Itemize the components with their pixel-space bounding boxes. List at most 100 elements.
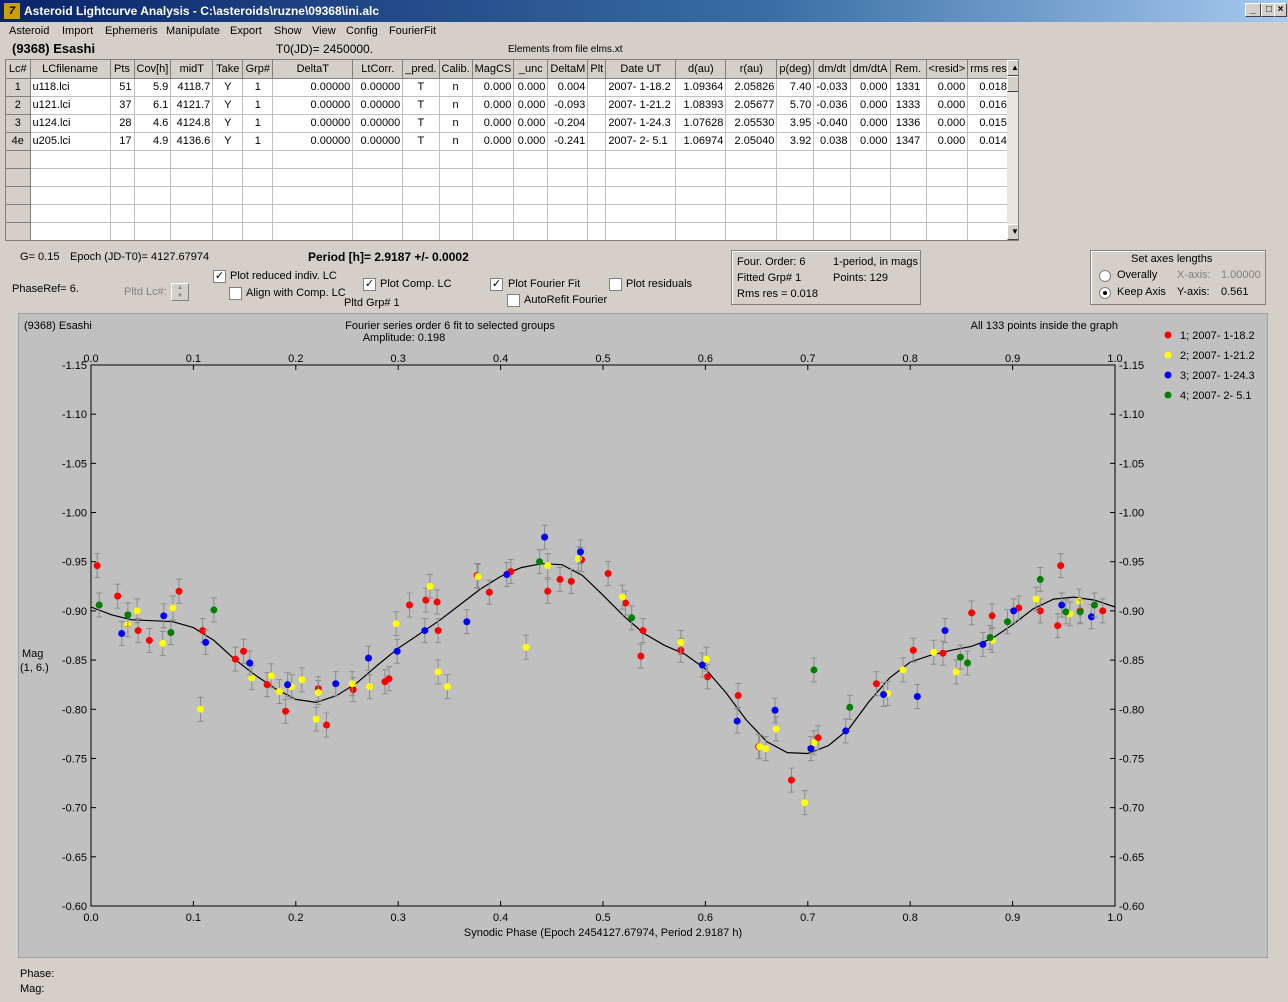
row-header[interactable]	[6, 240, 30, 241]
table-cell[interactable]	[212, 186, 244, 205]
table-cell[interactable]	[472, 204, 515, 223]
table-cell[interactable]	[439, 222, 473, 240]
table-row[interactable]: 4e u205.lci 17 4.9 4136.6 Y 1 0.00000 0.00000 Tn 0…	[6, 132, 1010, 151]
table-cell[interactable]	[352, 186, 404, 205]
table-cell[interactable]	[171, 240, 213, 241]
table-cell[interactable]	[850, 222, 891, 240]
table-cell[interactable]	[242, 204, 274, 223]
table-cell[interactable]	[513, 150, 549, 169]
table-cell[interactable]	[134, 240, 171, 241]
table-cell[interactable]: -0.036	[813, 96, 851, 115]
table-cell[interactable]	[213, 240, 243, 241]
keep-axis-radio[interactable]	[1099, 287, 1111, 299]
table-cell[interactable]	[605, 186, 677, 205]
table-cell[interactable]: 0.015	[967, 114, 1010, 133]
table-cell[interactable]	[606, 240, 676, 241]
table-cell[interactable]	[243, 240, 273, 241]
table-cell[interactable]: u124.lci	[30, 114, 111, 133]
grid-scrollbar[interactable]: ▲ ▼	[1007, 60, 1018, 240]
table-cell[interactable]	[439, 204, 473, 223]
table-cell[interactable]	[403, 240, 439, 241]
table-cell[interactable]: 0.00000	[352, 78, 404, 97]
table-cell[interactable]: 0.000	[850, 132, 891, 151]
table-cell[interactable]: 0.00000	[272, 78, 354, 97]
table-cell[interactable]	[272, 204, 354, 223]
column-header[interactable]: dm/dt	[813, 60, 851, 79]
column-header[interactable]: Cov[h]	[134, 60, 172, 79]
table-cell[interactable]: 0.00000	[272, 96, 354, 115]
table-cell[interactable]: 4121.7	[170, 96, 214, 115]
row-header[interactable]	[6, 168, 31, 187]
table-row[interactable]: 2 u121.lci 37 6.1 4121.7 Y 1 0.00000 0.00000 Tn 0.…	[6, 96, 1010, 115]
table-cell[interactable]	[777, 240, 814, 241]
plot-comp-checkbox[interactable]: ✓	[363, 278, 376, 291]
table-cell[interactable]	[587, 168, 607, 187]
menu-config[interactable]: Config	[346, 25, 378, 37]
table-cell[interactable]	[472, 186, 515, 205]
table-cell[interactable]: 5.9	[134, 78, 172, 97]
table-cell[interactable]	[472, 240, 514, 241]
table-cell[interactable]: 0.038	[813, 132, 851, 151]
table-cell[interactable]: 2007- 1-18.2	[605, 78, 677, 97]
table-cell[interactable]	[352, 222, 404, 240]
table-cell[interactable]: 0.00000	[352, 96, 404, 115]
column-header[interactable]: p(deg)	[776, 60, 815, 79]
table-cell[interactable]	[272, 186, 354, 205]
table-cell[interactable]	[588, 240, 606, 241]
table-cell[interactable]	[353, 240, 403, 241]
table-cell[interactable]: 0.000	[850, 114, 891, 133]
table-cell[interactable]	[850, 186, 891, 205]
table-cell[interactable]	[212, 204, 244, 223]
table-cell[interactable]	[547, 186, 589, 205]
table-cell[interactable]	[776, 150, 815, 169]
table-cell[interactable]: 2.05826	[725, 78, 778, 97]
table-cell[interactable]: 3.95	[776, 114, 815, 133]
table-cell[interactable]: 0.016	[967, 96, 1010, 115]
table-cell[interactable]: 1	[242, 114, 274, 133]
table-cell[interactable]: n	[439, 132, 473, 151]
table-cell[interactable]	[439, 240, 472, 241]
table-cell[interactable]: 2007- 1-21.2	[605, 96, 677, 115]
table-cell[interactable]	[170, 222, 214, 240]
table-cell[interactable]: 1	[242, 132, 274, 151]
scroll-down-button[interactable]: ▼	[1007, 224, 1018, 240]
table-cell[interactable]: 0.000	[513, 78, 549, 97]
column-header[interactable]: Lc#	[6, 60, 31, 79]
autorefit-checkbox[interactable]	[507, 294, 520, 307]
column-header[interactable]: <resid>	[926, 60, 969, 79]
table-cell[interactable]	[926, 150, 969, 169]
table-cell[interactable]: 2.05677	[725, 96, 778, 115]
table-cell[interactable]	[547, 168, 589, 187]
table-cell[interactable]	[605, 150, 677, 169]
table-cell[interactable]	[725, 186, 778, 205]
plot-reduced-checkbox[interactable]: ✓	[213, 270, 226, 283]
column-header[interactable]: d(au)	[675, 60, 727, 79]
table-cell[interactable]	[30, 150, 111, 169]
table-cell[interactable]	[134, 204, 172, 223]
table-cell[interactable]	[776, 222, 815, 240]
table-cell[interactable]	[439, 186, 473, 205]
menu-fourierfit[interactable]: FourierFit	[389, 25, 436, 37]
table-cell[interactable]	[926, 240, 968, 241]
table-cell[interactable]	[170, 168, 214, 187]
table-cell[interactable]: 6.1	[134, 96, 172, 115]
empty-row[interactable]	[6, 150, 1010, 169]
table-cell[interactable]	[110, 168, 135, 187]
column-header[interactable]: r(au)	[725, 60, 778, 79]
table-cell[interactable]: 28	[110, 114, 135, 133]
scroll-thumb[interactable]	[1007, 76, 1018, 92]
table-cell[interactable]	[850, 168, 891, 187]
table-cell[interactable]	[675, 168, 727, 187]
table-cell[interactable]	[926, 168, 969, 187]
table-cell[interactable]	[726, 240, 777, 241]
table-cell[interactable]	[513, 186, 549, 205]
table-cell[interactable]	[967, 186, 1010, 205]
menu-ephemeris[interactable]: Ephemeris	[105, 25, 158, 37]
table-cell[interactable]	[675, 222, 727, 240]
table-cell[interactable]	[514, 240, 548, 241]
table-cell[interactable]	[402, 168, 440, 187]
table-cell[interactable]: 5.70	[776, 96, 815, 115]
table-cell[interactable]: 3.92	[776, 132, 815, 151]
table-cell[interactable]	[472, 222, 515, 240]
menu-export[interactable]: Export	[230, 25, 262, 37]
